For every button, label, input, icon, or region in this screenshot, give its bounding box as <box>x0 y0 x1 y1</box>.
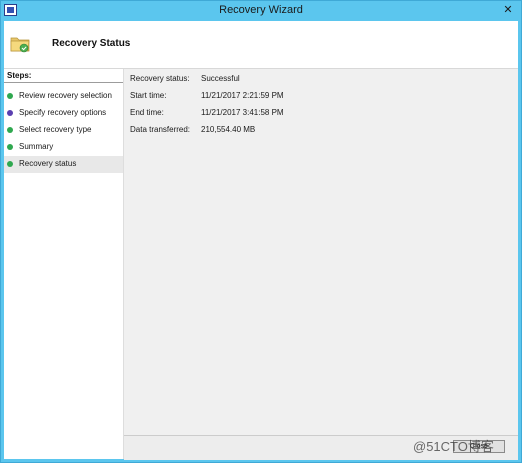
recovery-status-value: Successful <box>201 74 240 83</box>
recovery-status-label: Recovery status: <box>130 74 190 83</box>
step-select-recovery-type[interactable]: Select recovery type <box>4 122 123 139</box>
end-time-label: End time: <box>130 108 164 117</box>
watermark-text: @51CTO博客 <box>413 439 494 454</box>
step-recovery-status[interactable]: Recovery status <box>4 156 123 173</box>
page-title: Recovery Status <box>52 38 131 49</box>
window-title: Recovery Wizard <box>219 4 303 16</box>
step-specify-recovery-options[interactable]: Specify recovery options <box>4 105 123 122</box>
wizard-header: Recovery Status <box>4 21 518 69</box>
step-label: Summary <box>19 142 54 151</box>
step-status-icon <box>7 110 13 116</box>
end-time-value: 11/21/2017 3:41:58 PM <box>201 108 284 117</box>
title-bar[interactable]: Recovery Wizard ✕ <box>1 1 521 21</box>
step-summary[interactable]: Summary <box>4 139 123 156</box>
step-complete-icon <box>7 93 13 99</box>
recovery-wizard-window: Recovery Wizard ✕ Recovery Status Steps:… <box>0 0 522 463</box>
step-complete-icon <box>7 161 13 167</box>
step-label: Review recovery selection <box>19 91 112 100</box>
step-label: Select recovery type <box>19 125 92 134</box>
data-transferred-value: 210,554.40 MB <box>201 125 256 134</box>
step-complete-icon <box>7 127 13 133</box>
start-time-label: Start time: <box>130 91 167 100</box>
steps-divider <box>4 82 123 83</box>
window-close-button[interactable]: ✕ <box>497 2 519 18</box>
data-transferred-label: Data transferred: <box>130 125 191 134</box>
recovery-status-panel: Recovery status: Successful Start time: … <box>124 69 518 435</box>
wizard-client-area: Recovery Status Steps: Review recovery s… <box>4 21 518 460</box>
start-time-value: 11/21/2017 2:21:59 PM <box>201 91 284 100</box>
steps-sidebar: Steps: Review recovery selection Specify… <box>4 69 124 459</box>
step-complete-icon <box>7 144 13 150</box>
steps-heading: Steps: <box>7 71 32 80</box>
step-label: Recovery status <box>19 159 77 168</box>
folder-restore-icon <box>10 37 30 53</box>
step-review-recovery-selection[interactable]: Review recovery selection <box>4 88 123 105</box>
step-label: Specify recovery options <box>19 108 107 117</box>
